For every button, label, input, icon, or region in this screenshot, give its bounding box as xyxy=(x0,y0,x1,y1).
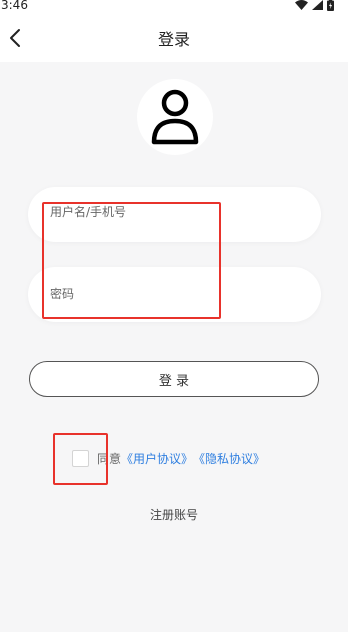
avatar xyxy=(137,79,213,155)
agree-checkbox[interactable] xyxy=(72,449,89,467)
login-button[interactable]: 登 录 xyxy=(29,361,319,397)
status-bar: 3:46 xyxy=(0,0,348,14)
user-agreement-link[interactable]: 《用户协议》 xyxy=(121,450,193,467)
status-icons xyxy=(295,0,334,11)
page-title: 登录 xyxy=(157,30,190,49)
username-field xyxy=(28,187,321,242)
battery-icon xyxy=(327,0,334,11)
password-field xyxy=(28,267,321,322)
app-header: 登录 xyxy=(0,14,348,62)
username-input[interactable] xyxy=(50,205,290,219)
login-panel: 登 录 同意 《用户协议》 《隐私协议》 注册账号 xyxy=(0,62,348,632)
signal-icon xyxy=(312,0,323,10)
user-icon xyxy=(151,89,199,145)
register-link[interactable]: 注册账号 xyxy=(0,506,348,523)
wifi-icon xyxy=(295,0,308,10)
privacy-policy-link[interactable]: 《隐私协议》 xyxy=(193,450,265,467)
status-time: 3:46 xyxy=(1,0,28,12)
password-input[interactable] xyxy=(50,287,290,301)
agreement-row: 同意 《用户协议》 《隐私协议》 xyxy=(72,448,265,468)
agree-label: 同意 xyxy=(97,451,122,466)
